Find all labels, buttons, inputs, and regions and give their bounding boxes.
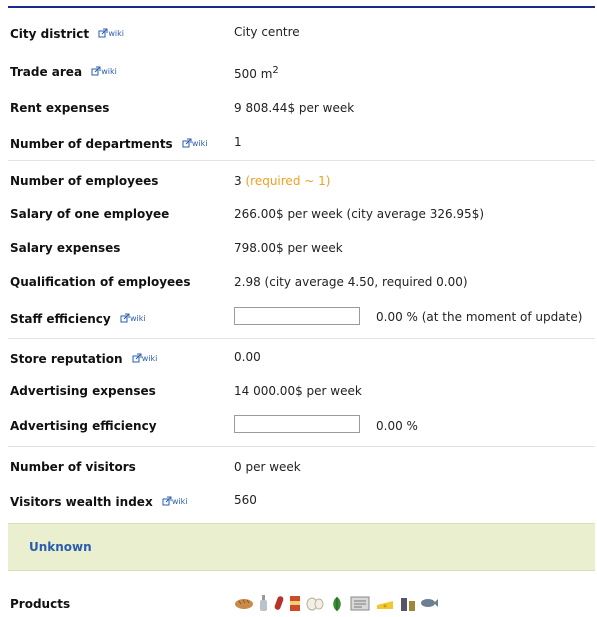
visitors-value: 0 per week (234, 460, 301, 474)
sausage-icon[interactable] (273, 594, 285, 612)
advertising-expenses-label: Advertising expenses (10, 384, 156, 398)
trade-area-value: 500 m2 (234, 65, 279, 81)
salary-one-label: Salary of one employee (10, 207, 170, 221)
products-label: Products (10, 597, 71, 611)
status-banner: Unknown (8, 523, 595, 571)
drinks-icon[interactable] (400, 594, 416, 612)
wiki-link[interactable]: wiki (91, 63, 117, 77)
bread-icon[interactable] (234, 596, 254, 610)
employees-value: 3 (required ~ 1) (234, 174, 331, 188)
qualification-value: 2.98 (city average 4.50, required 0.00) (234, 275, 468, 289)
area-unit-exponent: 2 (272, 65, 279, 76)
city-district-value: City centre (234, 25, 300, 39)
wiki-link[interactable]: wiki (162, 493, 188, 507)
can-icon[interactable] (289, 594, 301, 612)
wiki-link[interactable]: wiki (98, 25, 124, 39)
advertising-efficiency-bar (234, 415, 360, 433)
external-link-icon (98, 28, 108, 37)
external-link-icon (162, 496, 172, 505)
visitors-label: Number of visitors (10, 460, 136, 474)
external-link-icon (120, 313, 130, 322)
cheese-icon[interactable] (375, 595, 395, 611)
advertising-efficiency-value: 0.00 % (376, 419, 418, 433)
bottle-icon[interactable] (259, 594, 268, 612)
external-link-icon (132, 353, 142, 362)
wiki-link[interactable]: wiki (182, 135, 208, 149)
trade-area-label: Trade area wiki (10, 63, 117, 79)
staff-efficiency-value: 0.00 % (at the moment of update) (376, 310, 583, 324)
city-district-label: City district wiki (10, 25, 124, 41)
status-banner-text[interactable]: Unknown (29, 540, 92, 554)
wiki-link[interactable]: wiki (120, 310, 146, 324)
rent-expenses-label: Rent expenses (10, 101, 110, 115)
store-reputation-value: 0.00 (234, 350, 261, 364)
products-icons (234, 594, 439, 614)
employees-label: Number of employees (10, 174, 159, 188)
salary-expenses-value: 798.00$ per week (234, 241, 343, 255)
section-divider (8, 446, 595, 447)
egg-icon[interactable] (306, 595, 324, 611)
external-link-icon (91, 66, 101, 75)
section-divider (8, 338, 595, 339)
employees-required-note: (required ~ 1) (245, 174, 331, 188)
section-divider (8, 160, 595, 161)
top-rule (8, 6, 595, 8)
advertising-efficiency-label: Advertising efficiency (10, 419, 157, 433)
store-reputation-label: Store reputation wiki (10, 350, 158, 366)
salary-expenses-label: Salary expenses (10, 241, 121, 255)
rent-expenses-value: 9 808.44$ per week (234, 101, 355, 115)
departments-value: 1 (234, 135, 242, 149)
vegetables-icon[interactable] (329, 594, 345, 612)
newspaper-icon[interactable] (350, 595, 370, 611)
departments-label: Number of departments wiki (10, 135, 208, 151)
wealth-index-value: 560 (234, 493, 257, 507)
staff-efficiency-bar (234, 307, 360, 325)
wiki-link[interactable]: wiki (132, 350, 157, 364)
external-link-icon (182, 138, 192, 147)
staff-efficiency-label: Staff efficiency wiki (10, 310, 146, 326)
qualification-label: Qualification of employees (10, 275, 191, 289)
salary-one-value: 266.00$ per week (city average 326.95$) (234, 207, 485, 221)
fish-icon[interactable] (420, 595, 439, 611)
wealth-index-label: Visitors wealth index wiki (10, 493, 188, 509)
advertising-expenses-value: 14 000.00$ per week (234, 384, 362, 398)
